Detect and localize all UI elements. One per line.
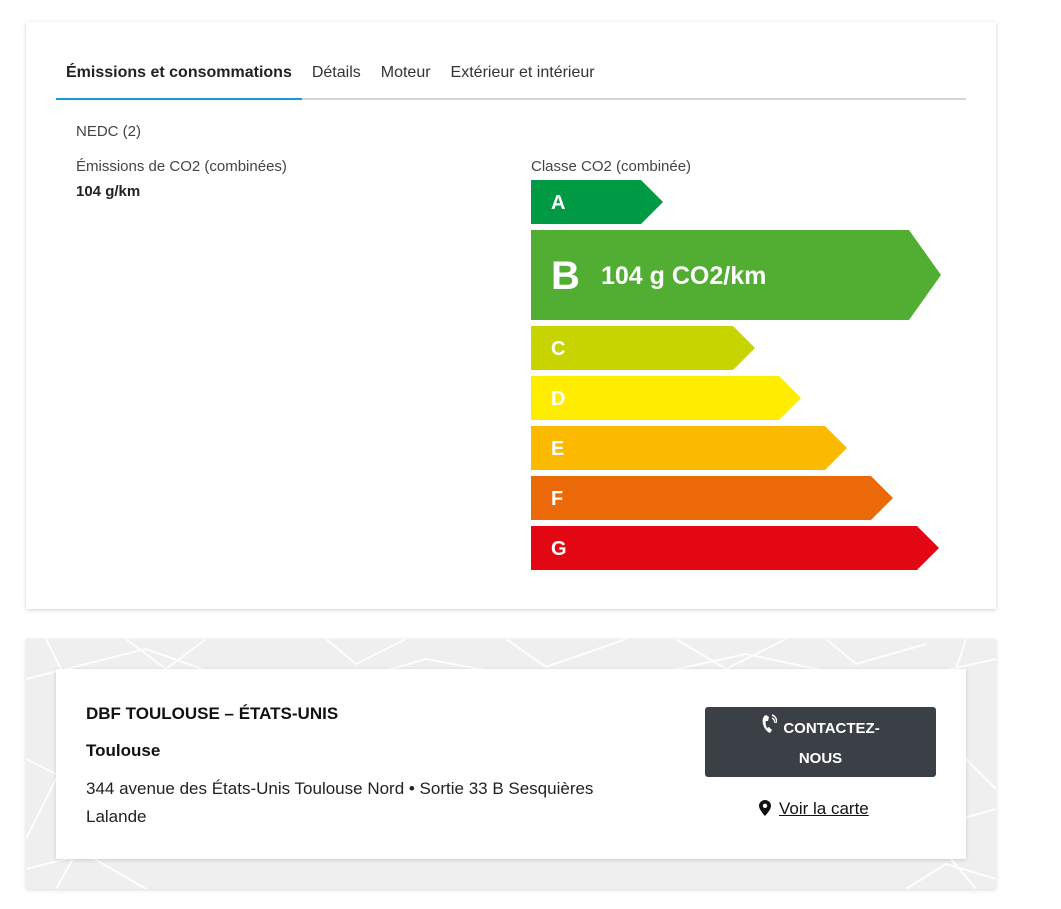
emissions-card: Émissions et consommations Détails Moteu… — [26, 22, 996, 609]
co2-class-g-letter: G — [551, 538, 567, 560]
co2-class-e-letter: E — [551, 438, 564, 460]
tab-details[interactable]: Détails — [302, 62, 371, 100]
co2-class-e-bar — [531, 426, 847, 470]
co2-class-current-value: 104 g CO2/km — [601, 262, 766, 290]
co2-class-f-bar — [531, 476, 893, 520]
tab-exterior-interior[interactable]: Extérieur et intérieur — [441, 62, 605, 100]
contact-us-label-2: NOUS — [798, 750, 843, 767]
co2-class-d-bar — [531, 376, 801, 420]
dealer-city: Toulouse — [86, 741, 161, 760]
co2-class-g-bar — [531, 526, 939, 570]
co2-class-scale: A B 104 g CO2/km C D E F G — [531, 180, 951, 580]
contact-us-button[interactable]: CONTACTEZ- NOUS — [705, 707, 936, 777]
see-map-link[interactable]: Voir la carte — [759, 799, 869, 821]
dealer-name: DBF TOULOUSE – ÉTATS-UNIS — [86, 704, 339, 723]
contact-us-label-1: CONTACTEZ- — [783, 719, 880, 737]
dealer-card: DBF TOULOUSE – ÉTATS-UNIS Toulouse 344 a… — [26, 639, 996, 889]
tab-emissions[interactable]: Émissions et consommations — [56, 62, 302, 100]
dealer-info-box: DBF TOULOUSE – ÉTATS-UNIS Toulouse 344 a… — [56, 669, 966, 859]
co2-class-d-letter: D — [551, 388, 565, 410]
co2-emissions-label: Émissions de CO2 (combinées) — [76, 158, 287, 175]
dealer-address: 344 avenue des États-Unis Toulouse Nord … — [86, 779, 594, 826]
tab-bar: Émissions et consommations Détails Moteu… — [56, 62, 966, 100]
co2-class-a-letter: A — [551, 192, 565, 214]
norm-label: NEDC (2) — [76, 123, 142, 140]
co2-class-b-letter: B — [551, 254, 580, 298]
see-map-label: Voir la carte — [779, 799, 869, 818]
co2-class-c-letter: C — [551, 338, 565, 360]
tab-engine[interactable]: Moteur — [371, 62, 441, 100]
energy-label-graphic: A B 104 g CO2/km C D E F G — [531, 180, 941, 570]
co2-emissions-value: 104 g/km — [76, 183, 141, 200]
co2-class-f-letter: F — [551, 488, 563, 510]
phone-icon — [761, 713, 779, 745]
map-pin-icon — [759, 800, 771, 821]
co2-class-label: Classe CO2 (combinée) — [531, 158, 692, 175]
